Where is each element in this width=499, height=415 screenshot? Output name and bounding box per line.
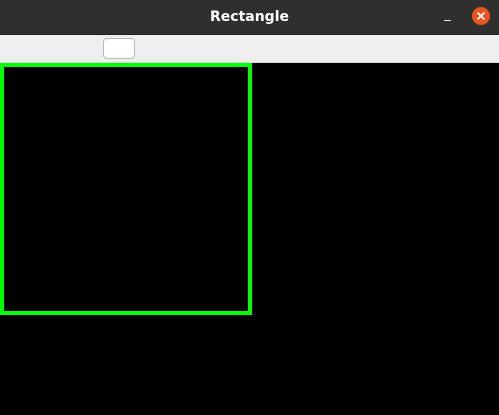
toolbar-button[interactable] bbox=[103, 38, 135, 59]
title-bar[interactable]: Rectangle bbox=[0, 0, 499, 35]
close-button[interactable] bbox=[472, 7, 490, 25]
minimize-icon bbox=[444, 20, 451, 21]
canvas-svg bbox=[0, 63, 252, 315]
app-window: Rectangle bbox=[0, 0, 499, 415]
minimize-button[interactable] bbox=[440, 9, 456, 25]
drawing-canvas[interactable] bbox=[0, 63, 499, 415]
close-icon bbox=[477, 12, 485, 20]
toolbar bbox=[0, 35, 499, 63]
window-title: Rectangle bbox=[210, 9, 289, 25]
green-rectangle bbox=[0, 63, 252, 315]
